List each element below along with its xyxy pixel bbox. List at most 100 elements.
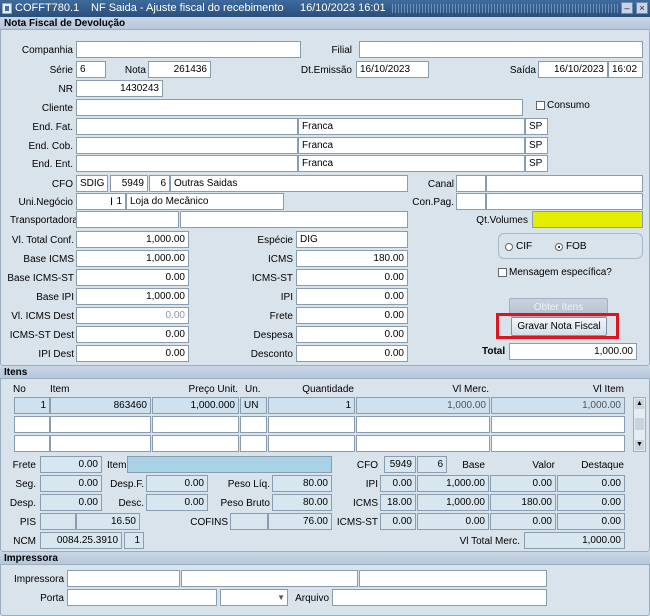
det-ncm-seq-field[interactable]: 1 <box>124 532 144 549</box>
transportadora-cod-field[interactable] <box>76 211 179 228</box>
fob-radio[interactable] <box>555 243 563 251</box>
cif-radio[interactable] <box>505 243 513 251</box>
icms-field[interactable]: 180.00 <box>296 250 408 267</box>
det-peso-bruto-field[interactable]: 80.00 <box>272 494 332 511</box>
det-cofins-aliq-field[interactable] <box>230 513 268 530</box>
table-row-2-no[interactable] <box>14 416 50 433</box>
end-ent-field[interactable] <box>76 155 298 172</box>
serie-field[interactable]: 6 <box>76 61 106 78</box>
table-row-3-vl-merc[interactable] <box>356 435 490 452</box>
icms-st-field[interactable]: 0.00 <box>296 269 408 286</box>
con-pag-cod-field[interactable] <box>456 193 486 210</box>
end-ent-cidade[interactable]: Franca <box>298 155 525 172</box>
end-cob-cidade[interactable]: Franca <box>298 137 525 154</box>
det-icms-valor[interactable]: 180.00 <box>490 494 556 511</box>
close-icon[interactable]: × <box>636 2 648 14</box>
nr-field[interactable]: 1430243 <box>76 80 163 97</box>
det-item-field[interactable] <box>127 456 332 473</box>
table-row-2-quantidade[interactable] <box>268 416 355 433</box>
table-row-1-un[interactable]: UN <box>240 397 267 414</box>
det-icms-st-base[interactable]: 0.00 <box>417 513 489 530</box>
porta-field[interactable] <box>67 589 217 606</box>
table-row-3-item[interactable] <box>50 435 151 452</box>
scroll-thumb[interactable] <box>635 418 644 430</box>
filial-field[interactable] <box>359 41 643 58</box>
uni-negocio-cod-field[interactable]: 1 <box>76 193 126 210</box>
scroll-down-icon[interactable]: ▼ <box>635 440 644 450</box>
det-cfo-seq-field[interactable]: 6 <box>417 456 447 473</box>
dt-emissao-field[interactable]: 16/10/2023 <box>356 61 429 78</box>
end-fat-uf[interactable]: SP <box>525 118 548 135</box>
table-row-1-item[interactable]: 863460 <box>50 397 151 414</box>
cfo-desc-field[interactable]: Outras Saidas <box>170 175 408 192</box>
det-desp-field[interactable]: 0.00 <box>40 494 102 511</box>
det-desc-field[interactable]: 0.00 <box>146 494 208 511</box>
canal-cod-field[interactable] <box>456 175 486 192</box>
det-pis-field[interactable]: 16.50 <box>76 513 140 530</box>
table-row-1-preco[interactable]: 1,000.000 <box>152 397 239 414</box>
table-row-1-vl-merc[interactable]: 1,000.00 <box>356 397 490 414</box>
end-fat-cidade[interactable]: Franca <box>298 118 525 135</box>
frete-field[interactable]: 0.00 <box>296 307 408 324</box>
det-ipi-aliq[interactable]: 0.00 <box>380 475 416 492</box>
table-row-3-vl-item[interactable] <box>491 435 625 452</box>
end-ent-uf[interactable]: SP <box>525 155 548 172</box>
transportadora-desc-field[interactable] <box>180 211 408 228</box>
companhia-field[interactable] <box>76 41 301 58</box>
end-fat-field[interactable] <box>76 118 298 135</box>
chevron-down-icon[interactable]: ▼ <box>277 590 285 605</box>
saida-hora-field[interactable]: 16:02 <box>608 61 643 78</box>
vl-icms-dest-field[interactable]: 0.00 <box>76 307 189 324</box>
con-pag-desc-field[interactable] <box>486 193 643 210</box>
icms-st-dest-field[interactable]: 0.00 <box>76 326 189 343</box>
despesa-field[interactable]: 0.00 <box>296 326 408 343</box>
impressora-extra-field[interactable] <box>359 570 547 587</box>
base-icms-field[interactable]: 1,000.00 <box>76 250 189 267</box>
base-ipi-field[interactable]: 1,000.00 <box>76 288 189 305</box>
end-cob-uf[interactable]: SP <box>525 137 548 154</box>
table-row-2-un[interactable] <box>240 416 267 433</box>
det-icms-aliq[interactable]: 18.00 <box>380 494 416 511</box>
grid-scrollbar[interactable]: ▲ ▼ <box>633 397 646 452</box>
det-peso-liq-field[interactable]: 80.00 <box>272 475 332 492</box>
table-row-3-quantidade[interactable] <box>268 435 355 452</box>
table-row-3-no[interactable] <box>14 435 50 452</box>
table-row-2-item[interactable] <box>50 416 151 433</box>
cliente-field[interactable] <box>76 99 523 116</box>
minimize-icon[interactable]: – <box>621 2 633 14</box>
det-icms-st-aliq[interactable]: 0.00 <box>380 513 416 530</box>
table-row-3-un[interactable] <box>240 435 267 452</box>
det-frete-field[interactable]: 0.00 <box>40 456 102 473</box>
impressora-desc-field[interactable] <box>181 570 358 587</box>
table-row-2-vl-merc[interactable] <box>356 416 490 433</box>
det-vl-total-merc-field[interactable]: 1,000.00 <box>524 532 625 549</box>
table-row-1-no[interactable]: 1 <box>14 397 50 414</box>
det-ncm-field[interactable]: 0084.25.3910 <box>40 532 122 549</box>
det-ipi-base[interactable]: 1,000.00 <box>417 475 489 492</box>
det-ipi-destaque[interactable]: 0.00 <box>557 475 625 492</box>
ipi-field[interactable]: 0.00 <box>296 288 408 305</box>
det-icms-st-destaque[interactable]: 0.00 <box>557 513 625 530</box>
uni-negocio-desc-field[interactable]: Loja do Mecânico <box>126 193 284 210</box>
table-row-1-vl-item[interactable]: 1,000.00 <box>491 397 625 414</box>
qt-volumes-field[interactable] <box>532 211 643 228</box>
nota-field[interactable]: 261436 <box>148 61 211 78</box>
impressora-cod-field[interactable] <box>67 570 180 587</box>
cfo-tipo-field[interactable]: SDIG <box>76 175 108 192</box>
table-row-3-preco[interactable] <box>152 435 239 452</box>
det-icms-base[interactable]: 1,000.00 <box>417 494 489 511</box>
vl-total-conf-field[interactable]: 1,000.00 <box>76 231 189 248</box>
table-row-1-quantidade[interactable]: 1 <box>268 397 355 414</box>
det-cfo-cod-field[interactable]: 5949 <box>384 456 416 473</box>
det-icms-st-valor[interactable]: 0.00 <box>490 513 556 530</box>
base-icms-st-field[interactable]: 0.00 <box>76 269 189 286</box>
consumo-checkbox[interactable] <box>536 101 545 110</box>
mensagem-checkbox[interactable] <box>498 268 507 277</box>
desconto-field[interactable]: 0.00 <box>296 345 408 362</box>
det-seg-field[interactable]: 0.00 <box>40 475 102 492</box>
especie-field[interactable]: DIG <box>296 231 408 248</box>
det-icms-destaque[interactable]: 0.00 <box>557 494 625 511</box>
saida-data-field[interactable]: 16/10/2023 <box>538 61 608 78</box>
scroll-up-icon[interactable]: ▲ <box>635 399 644 409</box>
det-pis-aliq-field[interactable] <box>40 513 76 530</box>
